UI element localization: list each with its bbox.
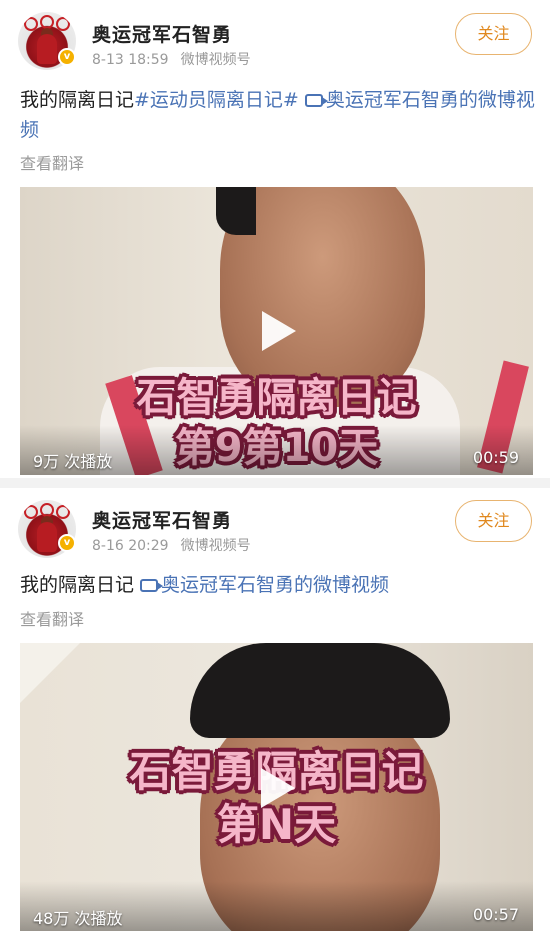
username[interactable]: 奥运冠军石智勇 [92,20,232,47]
hashtag-link[interactable]: #运动员隔离日记# [134,89,299,111]
play-icon[interactable] [261,768,295,808]
video-link-icon [140,579,164,592]
weibo-post: v 奥运冠军石智勇 8-16 20:29 微博视频号 关注 我的隔离日记 奥运冠军石… [0,488,550,933]
video-link[interactable]: 奥运冠军石智勇的微博视频 [161,574,389,596]
source-label[interactable]: 微博视频号 [181,538,251,554]
weibo-post: v 奥运冠军石智勇 8-13 18:59 微博视频号 关注 我的隔离日记#运动员隔… [0,0,550,478]
view-count: 48万 次播放 [33,909,123,928]
video-player[interactable]: 石智勇隔离日记 第N天 48万 次播放 00:57 [20,643,533,931]
timestamp: 8-13 18:59 [92,52,169,68]
post-text-plain: 我的隔离日记 [20,574,135,596]
post-text: 我的隔离日记#运动员隔离日记# 奥运冠军石智勇的微博视频 [20,85,535,145]
video-link-icon [304,94,328,107]
verified-badge-icon: v [58,48,76,66]
post-meta: 8-16 20:29 微博视频号 [92,535,251,555]
post-text-plain: 我的隔离日记 [20,89,135,111]
timestamp: 8-16 20:29 [92,538,169,554]
translate-link[interactable]: 查看翻译 [20,150,84,174]
play-icon[interactable] [262,311,296,351]
source-label[interactable]: 微博视频号 [181,52,251,68]
follow-button[interactable]: 关注 [455,13,532,55]
username[interactable]: 奥运冠军石智勇 [92,506,232,533]
post-divider [0,478,550,488]
post-text: 我的隔离日记 奥运冠军石智勇的微博视频 [20,570,535,600]
follow-button[interactable]: 关注 [455,500,532,542]
video-player[interactable]: 石智勇隔离日记 第9第10天 9万 次播放 00:59 [20,187,533,475]
video-duration: 00:59 [472,448,519,467]
translate-link[interactable]: 查看翻译 [20,606,84,630]
video-duration: 00:57 [472,905,519,924]
view-count: 9万 次播放 [33,452,113,471]
post-meta: 8-13 18:59 微博视频号 [92,49,251,69]
verified-badge-icon: v [58,534,76,552]
